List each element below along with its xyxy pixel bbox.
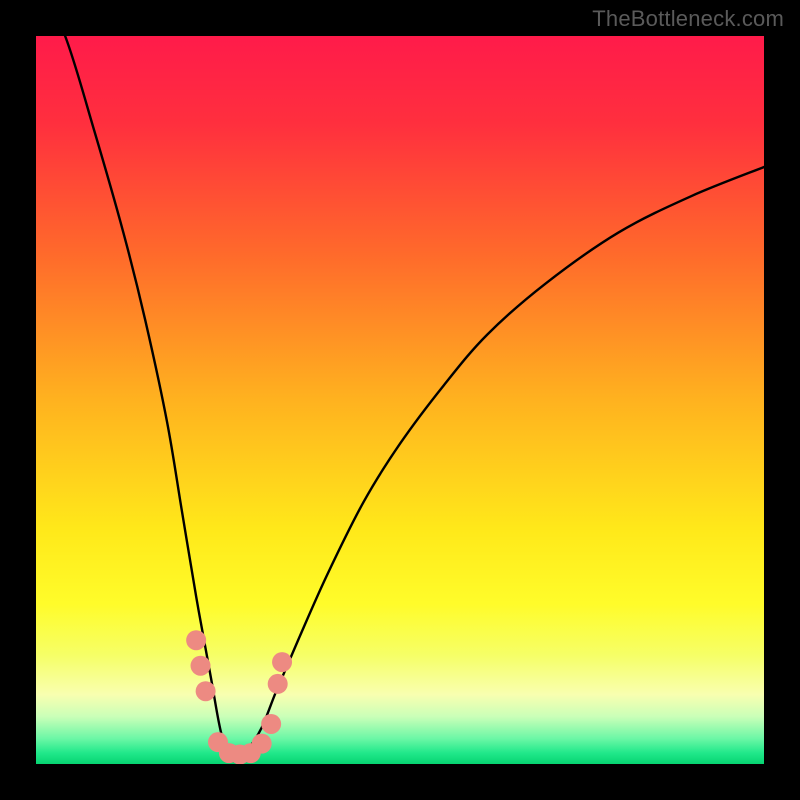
plot-area [36, 36, 764, 764]
watermark-text: TheBottleneck.com [592, 6, 784, 32]
chart-frame: TheBottleneck.com [0, 0, 800, 800]
marker-point [268, 674, 288, 694]
marker-point [272, 652, 292, 672]
marker-point [252, 734, 272, 754]
marker-point [196, 681, 216, 701]
marker-point [186, 630, 206, 650]
marker-point [191, 656, 211, 676]
marker-point [261, 714, 281, 734]
curve-layer [36, 36, 764, 764]
bottleneck-curve [36, 36, 764, 757]
